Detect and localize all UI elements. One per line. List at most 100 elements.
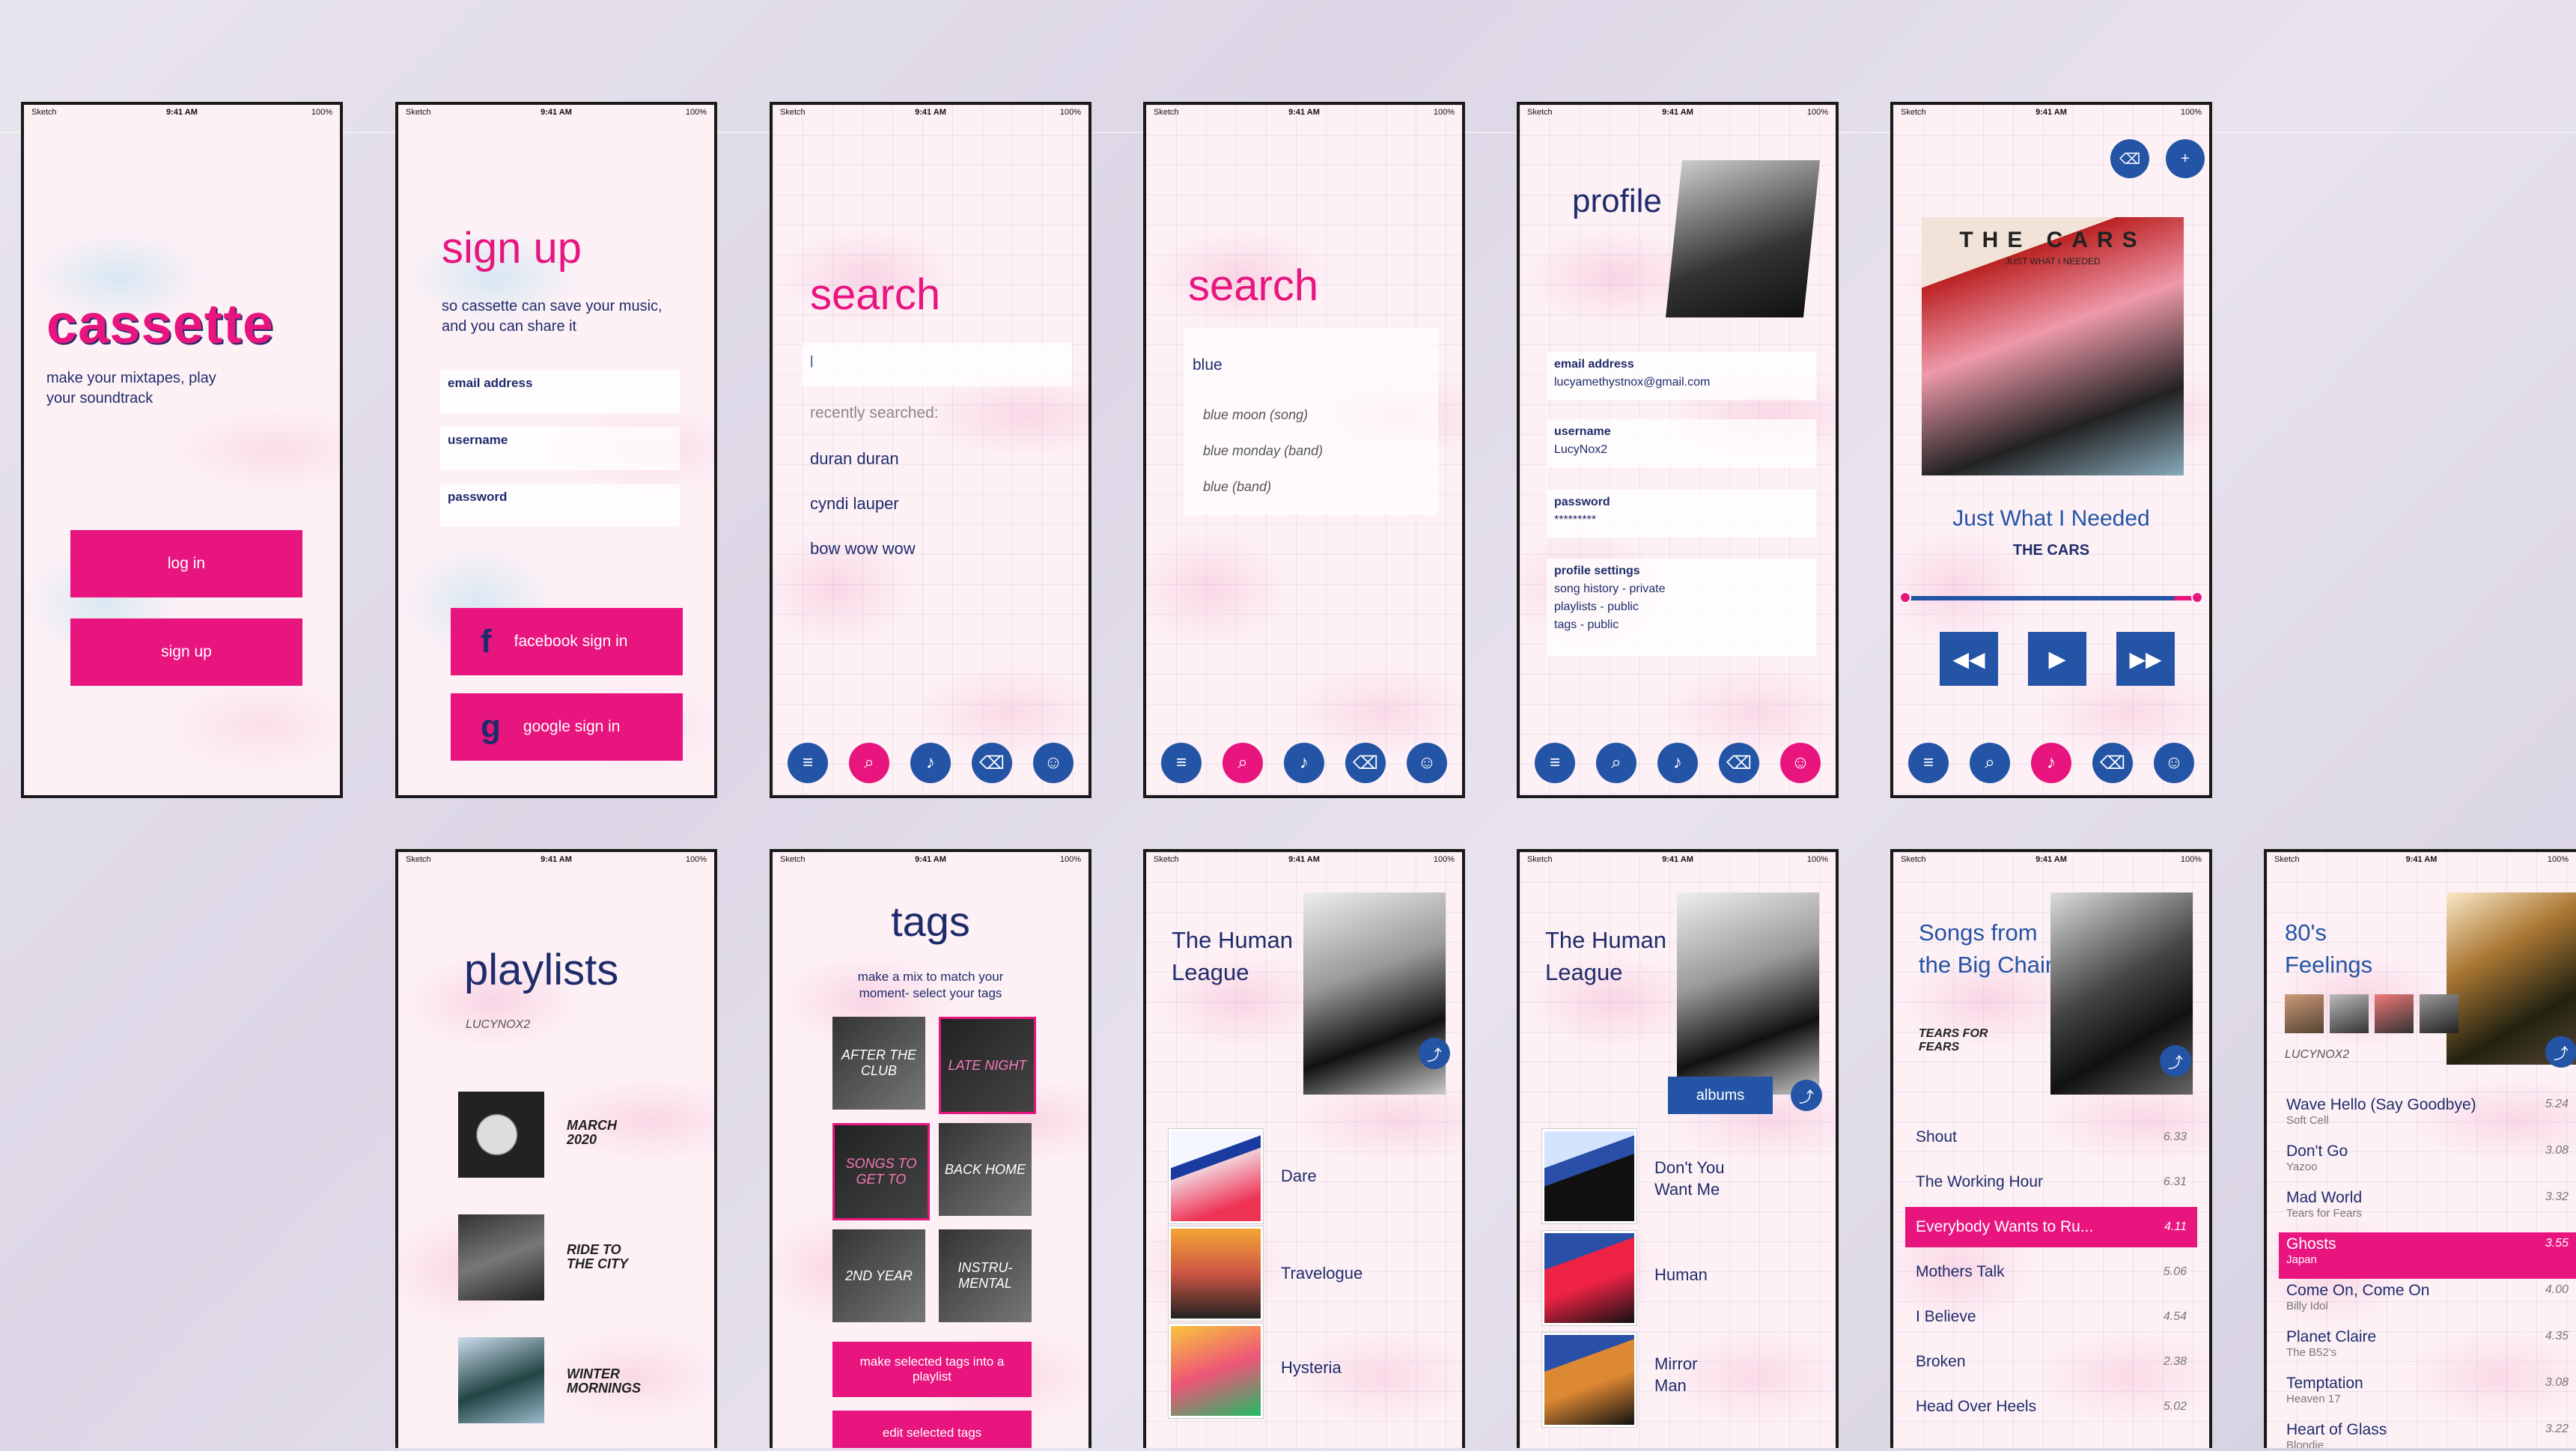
email-field[interactable]: email address	[440, 370, 680, 413]
profile-icon[interactable]: ☺	[1407, 743, 1447, 783]
single-title[interactable]: Human	[1654, 1265, 1708, 1285]
albums-button[interactable]: albums	[1668, 1077, 1773, 1114]
status-bar: Sketch 9:41 AM 100%	[1527, 108, 1828, 117]
profile-icon[interactable]: ☺	[1033, 743, 1074, 783]
search-icon[interactable]: ⌕	[849, 743, 889, 783]
track-row[interactable]: Broken 2.38	[1905, 1342, 2197, 1382]
email-field[interactable]: email address lucyamethystnox@gmail.com	[1547, 352, 1816, 400]
recent-item[interactable]: duran duran	[810, 449, 899, 469]
profile-settings[interactable]: profile settings song history - private …	[1547, 559, 1816, 656]
list-icon[interactable]: ≡	[1161, 743, 1202, 783]
track-row[interactable]: Wave Hello (Say Goodbye) Soft Cell 5.24	[2279, 1093, 2576, 1140]
app-logo: cassette	[46, 293, 275, 355]
single-cover[interactable]	[1542, 1333, 1636, 1427]
playlist-name[interactable]: MARCH 2020	[567, 1119, 634, 1147]
playlist-name[interactable]: WINTER MORNINGS	[567, 1367, 657, 1396]
album-cover[interactable]	[1169, 1324, 1263, 1418]
progress-bar[interactable]	[1899, 591, 2203, 603]
tags-screen: Sketch 9:41 AM 100% tags make a mix to mat…	[770, 849, 1091, 1448]
track-row[interactable]: Don't Go Yazoo 3.08	[2279, 1140, 2576, 1186]
track-row[interactable]: The Working Hour 6.31	[1905, 1162, 2197, 1202]
password-field[interactable]: password	[440, 484, 680, 527]
track-row-selected[interactable]: Everybody Wants to Ru... 4.11	[1905, 1207, 2197, 1247]
music-note-icon[interactable]: ♪	[2031, 743, 2071, 783]
search-input[interactable]: |	[803, 343, 1072, 386]
recent-item[interactable]: bow wow wow	[810, 539, 916, 559]
suggestion-item[interactable]: blue moon (song)	[1203, 407, 1308, 423]
username-field[interactable]: username LucyNox2	[1547, 419, 1816, 467]
make-playlist-button[interactable]: make selected tags into a playlist	[832, 1342, 1032, 1397]
tag-tile[interactable]: LATE NIGHT	[939, 1017, 1036, 1114]
username-field[interactable]: username	[440, 427, 680, 470]
track-row[interactable]: I Believe 4.54	[1905, 1297, 2197, 1337]
list-icon[interactable]: ≡	[1535, 743, 1575, 783]
facebook-signin-button[interactable]: f facebook sign in	[451, 608, 683, 675]
share-icon[interactable]: ⤴	[1791, 1080, 1822, 1111]
play-button[interactable]: ▶	[2028, 632, 2086, 686]
track-row[interactable]: Come On, Come On Billy Idol 4.00	[2279, 1279, 2576, 1325]
recent-item[interactable]: cyndi lauper	[810, 494, 899, 514]
tag-tile[interactable]: AFTER THE CLUB	[832, 1017, 925, 1110]
track-row[interactable]: Shout 6.33	[1905, 1117, 2197, 1158]
playlist-cover[interactable]	[458, 1337, 544, 1423]
search-query[interactable]: blue	[1193, 356, 1222, 374]
list-icon[interactable]: ≡	[1908, 743, 1949, 783]
tag-icon[interactable]: ⌫	[972, 743, 1012, 783]
suggestion-item[interactable]: blue monday (band)	[1203, 443, 1323, 459]
share-icon[interactable]: ⤴	[2160, 1045, 2191, 1077]
track-row[interactable]: Head Over Heels 5.02	[1905, 1387, 2197, 1427]
album-cover[interactable]	[1169, 1129, 1263, 1223]
music-note-icon[interactable]: ♪	[910, 743, 951, 783]
google-signin-button[interactable]: g google sign in	[451, 693, 683, 761]
tag-icon[interactable]: ⌫	[2110, 139, 2149, 178]
track-row[interactable]: Heart of Glass Blondie 3.22	[2279, 1418, 2576, 1448]
track-row[interactable]: Mad World Tears for Fears 3.32	[2279, 1186, 2576, 1232]
edit-tags-button[interactable]: edit selected tags	[832, 1411, 1032, 1448]
album-cover[interactable]	[1169, 1226, 1263, 1321]
track-artist: Tears for Fears	[2286, 1207, 2362, 1220]
page-title: playlists	[464, 946, 619, 994]
single-title[interactable]: Don't You Want Me	[1654, 1158, 1737, 1200]
track-row[interactable]: Temptation Heaven 17 3.08	[2279, 1372, 2576, 1418]
rewind-button[interactable]: ◀◀	[1940, 632, 1998, 686]
single-cover[interactable]	[1542, 1231, 1636, 1325]
tag-tile[interactable]: BACK HOME	[939, 1123, 1032, 1216]
tag-icon[interactable]: ⌫	[2092, 743, 2133, 783]
player-screen: Sketch 9:41 AM 100% ⌫ + THE CARS JUST WHAT…	[1890, 102, 2212, 798]
music-note-icon[interactable]: ♪	[1284, 743, 1324, 783]
add-icon[interactable]: +	[2166, 139, 2205, 178]
single-cover[interactable]	[1542, 1129, 1636, 1223]
tag-icon[interactable]: ⌫	[1345, 743, 1386, 783]
password-field[interactable]: password *********	[1547, 490, 1816, 538]
search-icon[interactable]: ⌕	[1970, 743, 2010, 783]
sign-up-button[interactable]: sign up	[70, 618, 302, 686]
log-in-button[interactable]: log in	[70, 530, 302, 597]
tag-tile[interactable]: 2ND YEAR	[832, 1229, 925, 1322]
suggestion-item[interactable]: blue (band)	[1203, 479, 1271, 495]
search-icon[interactable]: ⌕	[1222, 743, 1263, 783]
fast-forward-button[interactable]: ▶▶	[2116, 632, 2175, 686]
album-title[interactable]: Dare	[1281, 1166, 1317, 1186]
share-icon[interactable]: ⤴	[1419, 1038, 1450, 1069]
tag-tile[interactable]: SONGS TO GET TO	[832, 1123, 930, 1220]
list-icon[interactable]: ≡	[788, 743, 828, 783]
album-title[interactable]: Hysteria	[1281, 1358, 1342, 1378]
tag-icon[interactable]: ⌫	[1719, 743, 1759, 783]
track-duration: 3.32	[2545, 1190, 2569, 1203]
profile-icon[interactable]: ☺	[1780, 743, 1821, 783]
status-bar: Sketch 9:41 AM 100%	[1154, 108, 1455, 117]
playlist-cover[interactable]	[458, 1214, 544, 1301]
search-icon[interactable]: ⌕	[1596, 743, 1636, 783]
playlist-cover[interactable]	[458, 1092, 544, 1178]
playlist-name[interactable]: RIDE TO THE CITY	[567, 1243, 649, 1271]
signup-screen: Sketch 9:41 AM 100% sign up so cassette ca…	[395, 102, 717, 798]
music-note-icon[interactable]: ♪	[1657, 743, 1698, 783]
track-row-selected[interactable]: Ghosts Japan 3.55	[2279, 1232, 2576, 1279]
track-row[interactable]: Planet Claire The B52's 4.35	[2279, 1325, 2576, 1372]
profile-icon[interactable]: ☺	[2154, 743, 2194, 783]
track-row[interactable]: Mothers Talk 5.06	[1905, 1252, 2197, 1292]
share-icon[interactable]: ⤴	[2545, 1036, 2576, 1068]
album-title[interactable]: Travelogue	[1281, 1264, 1362, 1283]
tag-tile[interactable]: INSTRU-MENTAL	[939, 1229, 1032, 1322]
single-title[interactable]: Mirror Man	[1654, 1354, 1714, 1396]
